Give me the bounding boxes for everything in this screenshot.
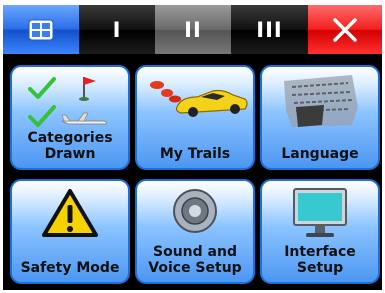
- safety-mode-button[interactable]: Safety Mode: [10, 179, 130, 284]
- categories-drawn-button[interactable]: Categories Drawn: [10, 65, 130, 170]
- tile-label-my-trails: My Trails: [159, 146, 231, 162]
- interface-setup-button[interactable]: Interface Setup: [260, 179, 380, 284]
- close-icon: [333, 17, 357, 42]
- tab-page-1-label: I: [112, 17, 122, 42]
- car-trail-icon: [150, 81, 248, 117]
- home-tab[interactable]: [3, 5, 79, 54]
- grid-icon: [28, 19, 54, 40]
- app-screen: I II III Categories Drawn My Trails Lang…: [3, 5, 382, 290]
- tile-label-categories-drawn: Categories Drawn: [27, 130, 113, 162]
- warning-sign-icon: [42, 189, 98, 237]
- monitor-icon: [293, 188, 347, 237]
- tile-label-language: Language: [281, 146, 359, 162]
- rosetta-stone-icon: [284, 75, 358, 127]
- tile-label-sound-and-voice-setup: Sound and Voice Setup: [148, 244, 242, 276]
- top-bar: I II III: [3, 5, 382, 54]
- speaker-icon: [173, 189, 217, 233]
- tab-page-2-label: II: [184, 17, 202, 42]
- sound-and-voice-setup-button[interactable]: Sound and Voice Setup: [135, 179, 255, 284]
- close-button[interactable]: [308, 5, 382, 54]
- checkmarks-flag-plane-icon: [28, 77, 107, 127]
- tile-label-interface-setup: Interface Setup: [284, 244, 356, 276]
- tile-label-safety-mode: Safety Mode: [20, 260, 120, 276]
- tab-page-1[interactable]: I: [79, 5, 155, 54]
- tab-page-3-label: III: [256, 17, 283, 42]
- my-trails-button[interactable]: My Trails: [135, 65, 255, 170]
- tab-page-2[interactable]: II: [155, 5, 231, 54]
- tab-page-3[interactable]: III: [231, 5, 308, 54]
- language-button[interactable]: Language: [260, 65, 380, 170]
